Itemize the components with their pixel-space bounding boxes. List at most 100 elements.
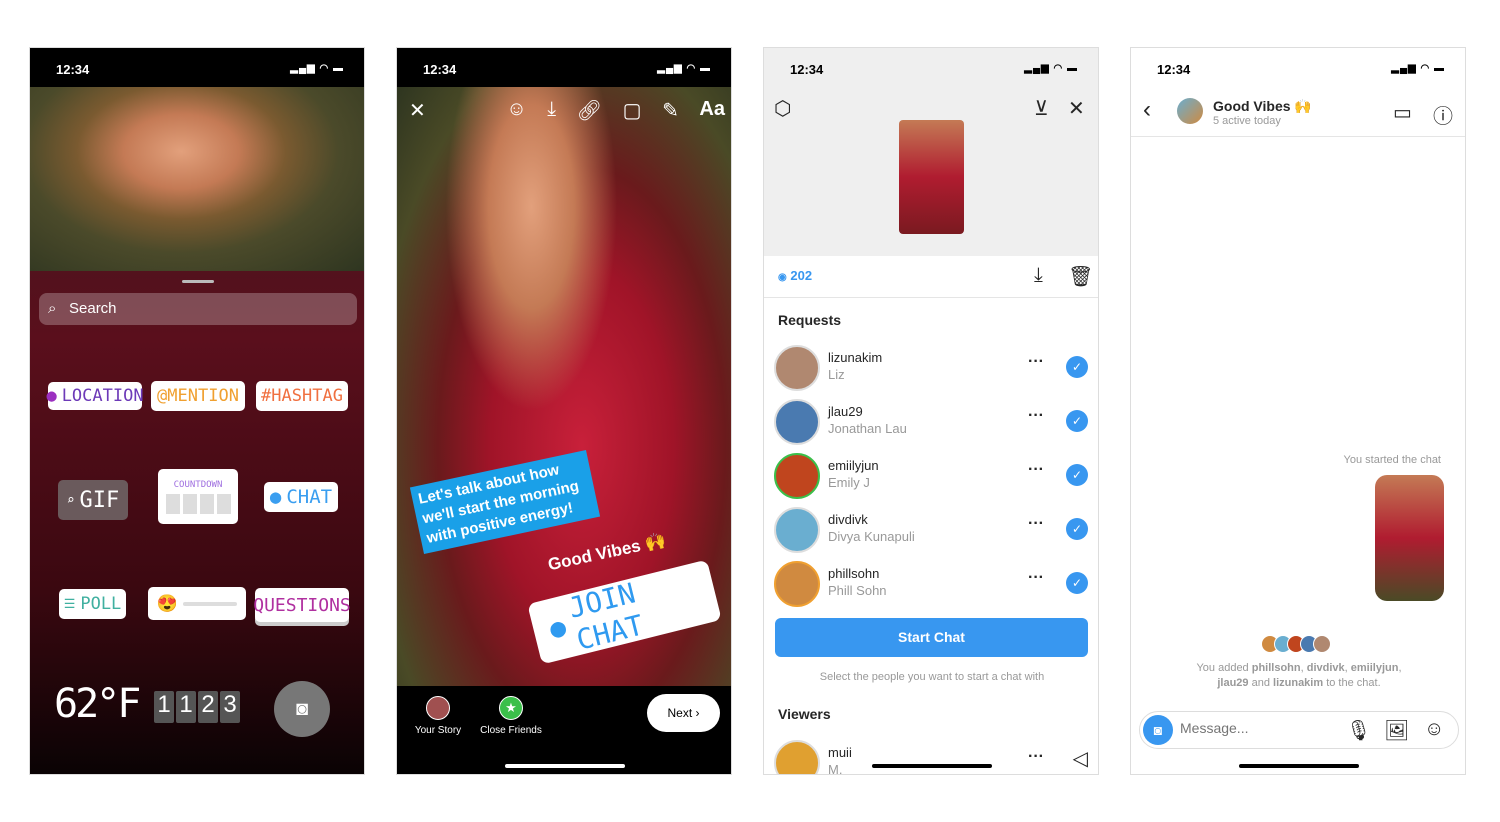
phone-story-editor: 12:34 ▂▄▆ ◠ ▬ ✕ ☺ ⤓ 🔗︎ ▢ ✎ Aa Let's talk … xyxy=(396,47,732,775)
time-sticker[interactable]: 1 1 2 3 xyxy=(154,691,240,723)
more-icon[interactable]: ··· xyxy=(1028,461,1044,479)
sticker-icon[interactable]: ☺ xyxy=(1424,718,1444,741)
story-photo xyxy=(30,87,364,271)
message-input[interactable] xyxy=(1180,720,1330,736)
star-icon: ★ xyxy=(499,696,523,720)
status-bar: 12:34 ▂▄▆ ◠ ▬ xyxy=(1157,62,1445,77)
viewers-title: Viewers xyxy=(778,706,831,722)
mention-sticker[interactable]: @MENTION xyxy=(151,381,245,411)
poll-sticker[interactable]: ☰ POLL xyxy=(59,589,126,619)
download-icon[interactable]: ⤓ xyxy=(547,98,556,123)
more-icon[interactable]: ··· xyxy=(1028,569,1044,587)
more-icon[interactable]: ··· xyxy=(1028,515,1044,533)
chat-started-label: You started the chat xyxy=(1343,454,1441,466)
microphone-icon[interactable]: 🎙︎ xyxy=(1346,718,1371,743)
more-icon[interactable]: ··· xyxy=(1028,353,1044,371)
sticker-icon[interactable]: ▢ xyxy=(623,98,642,123)
heart-eyes-emoji-icon: 😍 xyxy=(156,593,179,614)
close-friends-button[interactable]: ★ Close Friends xyxy=(475,696,547,736)
view-count[interactable]: ◉ 202 xyxy=(778,268,812,283)
request-row[interactable]: phillsohn Phill Sohn ··· ✓ xyxy=(774,557,1090,611)
chat-title[interactable]: Good Vibes 🙌 xyxy=(1213,98,1312,115)
info-icon[interactable]: ⓘ xyxy=(1433,100,1453,129)
divider xyxy=(764,297,1098,298)
more-icon[interactable]: ··· xyxy=(1028,407,1044,425)
request-row[interactable]: lizunakim Liz ··· ✓ xyxy=(774,341,1090,395)
battery-wifi-icons: ▂▄▆ ◠ ▬ xyxy=(290,63,344,74)
search-input[interactable]: ⌕ Search xyxy=(39,293,357,325)
check-icon[interactable]: ✓ xyxy=(1066,518,1088,540)
download-icon[interactable]: ⤓ xyxy=(1034,264,1043,287)
face-filter-icon[interactable]: ☺ xyxy=(506,98,526,123)
home-indicator xyxy=(505,764,625,768)
video-call-icon[interactable]: ▭ xyxy=(1393,100,1412,125)
phone-story-viewers: 12:34 ▂▄▆ ◠ ▬ ⬡ ⊻ ✕ ◉ 202 ⤓ 🗑︎ Requests l… xyxy=(763,47,1099,775)
emoji-slider-sticker[interactable]: 😍 xyxy=(148,587,246,620)
settings-icon[interactable]: ⬡ xyxy=(774,96,791,121)
request-row[interactable]: divdivk Divya Kunapuli ··· ✓ xyxy=(774,503,1090,557)
group-avatar xyxy=(1177,98,1203,124)
drag-handle[interactable] xyxy=(182,280,214,283)
camera-button[interactable]: ◙ xyxy=(1143,715,1173,745)
editor-toolbar: ✕ ☺ ⤓ 🔗︎ ▢ ✎ Aa xyxy=(409,98,725,123)
avatar xyxy=(774,740,820,774)
chat-sticker[interactable]: ● CHAT xyxy=(264,482,338,512)
close-icon[interactable]: ✕ xyxy=(409,98,426,123)
message-composer: ◙ 🎙︎ 🖼︎ ☺ xyxy=(1139,711,1459,749)
request-row[interactable]: jlau29 Jonathan Lau ··· ✓ xyxy=(774,395,1090,449)
search-icon: ⌕ xyxy=(66,492,75,508)
search-icon: ⌕ xyxy=(48,300,57,317)
countdown-sticker[interactable]: COUNTDOWN xyxy=(158,469,238,524)
chat-bubble-icon: ● xyxy=(546,612,570,646)
start-chat-button[interactable]: Start Chat xyxy=(775,618,1088,657)
next-button[interactable]: Next › xyxy=(647,694,720,732)
avatar xyxy=(426,696,450,720)
location-sticker[interactable]: ● LOCATION xyxy=(46,382,144,410)
avatar xyxy=(774,507,820,553)
check-icon[interactable]: ✓ xyxy=(1066,410,1088,432)
gallery-icon[interactable]: 🖼︎ xyxy=(1384,718,1409,743)
temperature-sticker[interactable]: 62°F xyxy=(54,681,141,727)
back-icon[interactable]: ‹ xyxy=(1143,96,1151,124)
chevron-right-icon: › xyxy=(695,706,700,720)
your-story-button[interactable]: Your Story xyxy=(407,696,469,736)
save-icon[interactable]: ⊻ xyxy=(1034,96,1049,121)
close-icon[interactable]: ✕ xyxy=(1068,96,1085,121)
trash-icon[interactable]: 🗑︎ xyxy=(1068,264,1093,289)
viewer-row[interactable]: muii M. ··· ◁ xyxy=(774,736,1090,774)
start-chat-hint: Select the people you want to start a ch… xyxy=(819,671,1045,683)
chat-bubble-icon: ● xyxy=(269,486,282,508)
request-row[interactable]: emiilyjun Emily J ··· ✓ xyxy=(774,449,1090,503)
check-icon[interactable]: ✓ xyxy=(1066,356,1088,378)
members-added-notice: You added phillsohn, divdivk, emiilyjun,… xyxy=(1196,662,1402,689)
send-icon[interactable]: ◁ xyxy=(1073,746,1088,771)
more-icon[interactable]: ··· xyxy=(1028,748,1044,766)
hashtag-sticker[interactable]: #HASHTAG xyxy=(256,381,348,411)
shared-story-message[interactable] xyxy=(1375,475,1444,601)
check-icon[interactable]: ✓ xyxy=(1066,572,1088,594)
camera-icon: ◙ xyxy=(295,698,309,720)
phone-group-chat: 12:34 ▂▄▆ ◠ ▬ ‹ Good Vibes 🙌 5 active tod… xyxy=(1130,47,1466,775)
story-thumbnail[interactable] xyxy=(899,120,964,234)
phone-sticker-tray: 12:34 ▂▄▆ ◠ ▬ ⌕ Search ● LOCATION @MENTION… xyxy=(29,47,365,775)
eye-icon: ◉ xyxy=(778,272,787,283)
avatar xyxy=(774,453,820,499)
check-icon[interactable]: ✓ xyxy=(1066,464,1088,486)
member-avatars xyxy=(1261,635,1331,653)
status-bar: 12:34 ▂▄▆ ◠ ▬ xyxy=(790,62,1078,77)
divider xyxy=(1131,136,1465,137)
avatar xyxy=(774,561,820,607)
gif-sticker[interactable]: ⌕ GIF xyxy=(58,480,128,520)
pin-icon: ● xyxy=(46,386,57,406)
draw-icon[interactable]: ✎ xyxy=(662,98,679,123)
active-status: 5 active today xyxy=(1213,115,1281,127)
status-bar: 12:34 ▂▄▆ ◠ ▬ xyxy=(397,48,731,87)
home-indicator xyxy=(872,764,992,768)
avatar xyxy=(774,399,820,445)
link-icon[interactable]: 🔗︎ xyxy=(577,98,602,123)
questions-sticker[interactable]: QUESTIONS xyxy=(253,588,351,622)
text-tool-button[interactable]: Aa xyxy=(699,98,725,123)
camera-button[interactable]: ◙ xyxy=(274,681,330,737)
home-indicator xyxy=(1239,764,1359,768)
avatar xyxy=(774,345,820,391)
